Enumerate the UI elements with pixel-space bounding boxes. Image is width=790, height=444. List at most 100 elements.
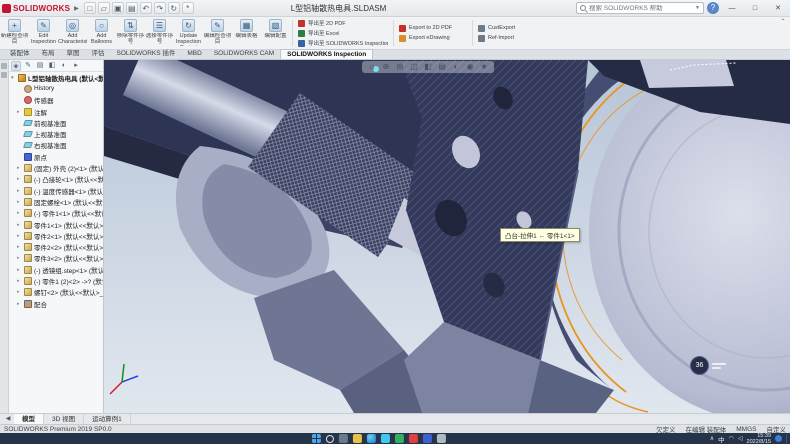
tab-evaluate[interactable]: 评估 <box>86 49 111 59</box>
tree-item-top-plane[interactable]: ▸上视基准面 <box>9 128 103 139</box>
tab-layout[interactable]: 布局 <box>36 49 61 59</box>
ribbon-collapse-chevron-icon[interactable]: ⌃ <box>776 17 790 27</box>
expand-arrow-icon[interactable]: ▸ <box>17 199 22 205</box>
zoom-area-icon[interactable]: ⊕ <box>380 62 392 72</box>
display-style-icon[interactable]: ▤ <box>436 62 448 72</box>
expand-arrow-icon[interactable]: ▸ <box>17 301 22 307</box>
tab-addins[interactable]: SOLIDWORKS 插件 <box>111 49 182 59</box>
status-units[interactable]: MMGS <box>736 426 756 433</box>
hide-show-items-icon[interactable]: ◐ <box>450 62 462 72</box>
tree-item-component[interactable]: ▸固定螺栓<1> (默认<<默认>_显示状态 <box>9 196 103 207</box>
panel-flyout-arrow-icon[interactable]: ▸ <box>71 61 81 71</box>
tab-mbd[interactable]: MBD <box>181 49 207 59</box>
app-icon-1[interactable] <box>381 434 390 443</box>
tab-model[interactable]: 模型 <box>14 414 44 424</box>
collapse-arrow-icon[interactable]: ▾ <box>11 75 16 81</box>
save-icon[interactable]: ▣ <box>112 2 124 14</box>
section-view-icon[interactable]: ◫ <box>408 62 420 72</box>
panel-pin-icon[interactable] <box>1 63 7 69</box>
tree-item-component[interactable]: ▸(-) 零件1 (2)<2> ->? (默认<<默认>_显 <box>9 275 103 286</box>
taskbar-clock[interactable]: 15:39 2022/8/15 <box>747 433 771 444</box>
app-icon-3[interactable] <box>437 434 446 443</box>
zoom-fit-icon[interactable]: ⌂ <box>366 62 378 72</box>
configurationmanager-tab-icon[interactable]: ▤ <box>35 61 45 71</box>
tab-motion-study[interactable]: 运动算例1 <box>84 414 131 424</box>
undo-icon[interactable]: ↶ <box>140 2 152 14</box>
displaymanager-tab-icon[interactable]: ◐ <box>59 61 69 71</box>
redo-icon[interactable]: ↷ <box>154 2 166 14</box>
rebuild-icon[interactable]: ↻ <box>168 2 180 14</box>
tree-item-origin[interactable]: ▸原点 <box>9 151 103 162</box>
edge-browser-icon[interactable] <box>367 434 376 443</box>
open-document-icon[interactable]: ▱ <box>98 2 110 14</box>
app-icon-2[interactable] <box>423 434 432 443</box>
new-inspection-project-button[interactable]: +新建检查项目 <box>0 17 29 49</box>
view-settings-icon[interactable]: ★ <box>478 62 490 72</box>
task-view-icon[interactable] <box>339 434 348 443</box>
volume-icon[interactable]: ◁ <box>738 435 743 442</box>
minimize-button[interactable]: — <box>722 1 742 16</box>
remove-balloons-button[interactable]: ⇅移除零件序号 <box>116 17 145 49</box>
view-orientation-icon[interactable]: ◧ <box>422 62 434 72</box>
tree-item-front-plane[interactable]: ▸前视基准面 <box>9 117 103 128</box>
tree-item-component[interactable]: ▸(-) 零件1<1> (默认<<默认>_显示状态 <box>9 208 103 219</box>
panel-collapse-icon[interactable] <box>1 72 7 78</box>
solidworks-logo[interactable]: SOLIDWORKS <box>2 4 70 13</box>
search-dropdown-icon[interactable]: ▼ <box>695 5 700 11</box>
tree-item-component[interactable]: ▸螺钉<2> (默认<<默认>_显示状态 <box>9 287 103 298</box>
cust-export-button[interactable]: CustExport <box>478 24 528 32</box>
tab-3d-views[interactable]: 3D 视图 <box>44 414 84 424</box>
select-balloons-button[interactable]: ☰选择零件序号 <box>145 17 174 49</box>
edit-inspection-project-button[interactable]: ✎编辑检查项目 <box>203 17 232 49</box>
add-characteristic-button[interactable]: ◎Add Characteristic <box>58 17 87 49</box>
help-search-box[interactable]: ▼ <box>576 2 704 14</box>
options-icon[interactable]: * <box>182 2 194 14</box>
tree-item-component[interactable]: ▸零件1<1> (默认<<默认>_显示状态 <box>9 219 103 230</box>
tab-sketch[interactable]: 草图 <box>61 49 86 59</box>
edit-configuration-button[interactable]: ▧编辑配置 <box>261 17 290 49</box>
help-button[interactable]: ? <box>707 2 719 14</box>
tree-item-component[interactable]: ▸零件3<2> (默认<<默认>_显示状态 <box>9 253 103 264</box>
close-button[interactable]: ✕ <box>768 1 788 16</box>
expand-arrow-icon[interactable]: ▸ <box>17 165 22 171</box>
solidworks-taskbar-icon[interactable] <box>409 434 418 443</box>
export-to-2d-pdf-button[interactable]: Export to 2D PDF <box>399 24 467 32</box>
tree-item-component[interactable]: ▸零件2<1> (默认<<默认>_显示状态 <box>9 230 103 241</box>
expand-arrow-icon[interactable]: ▸ <box>17 278 22 284</box>
tab-scroll-left-icon[interactable]: ◀ <box>2 414 14 424</box>
tree-item-annotations[interactable]: ▸注解 <box>9 106 103 117</box>
edit-inspection-button[interactable]: ✎Edit Inspection <box>29 17 58 49</box>
update-inspection-project-button[interactable]: ↻Update Inspection Project <box>174 17 203 49</box>
expand-arrow-icon[interactable]: ▸ <box>17 267 22 273</box>
expand-arrow-icon[interactable]: ▸ <box>17 176 22 182</box>
show-desktop-sliver[interactable] <box>786 434 787 443</box>
maximize-button[interactable]: □ <box>745 1 765 16</box>
hidden-icons-chevron-icon[interactable]: ∧ <box>710 435 714 442</box>
propertymanager-tab-icon[interactable]: ✎ <box>23 61 33 71</box>
expand-arrow-icon[interactable]: ▸ <box>17 289 22 295</box>
wechat-icon[interactable] <box>395 434 404 443</box>
tree-item-history[interactable]: ▸History <box>9 83 103 94</box>
edit-table-button[interactable]: ▦编辑表格 <box>232 17 261 49</box>
export-edrawing-button[interactable]: Export eDrawing <box>399 34 467 42</box>
dimxpertmanager-tab-icon[interactable]: ◧ <box>47 61 57 71</box>
taskbar-search-icon[interactable] <box>326 435 334 443</box>
notification-badge[interactable] <box>775 435 782 442</box>
ime-indicator[interactable]: 中 <box>718 434 725 444</box>
previous-view-icon[interactable]: ⊞ <box>394 62 406 72</box>
expand-arrow-icon[interactable]: ▸ <box>17 188 22 194</box>
print-icon[interactable]: ▤ <box>126 2 138 14</box>
tree-item-component[interactable]: ▸(固定) 外壳 (2)<1> (默认<<默认>_显示状态 <box>9 162 103 173</box>
expand-arrow-icon[interactable]: ▸ <box>17 222 22 228</box>
edit-appearance-icon[interactable]: ◉ <box>464 62 476 72</box>
tab-assembly[interactable]: 装配体 <box>4 49 36 59</box>
export-excel-button[interactable]: 导出至 Excel <box>298 29 388 37</box>
export-inspection-project-button[interactable]: 导出至 SOLIDWORKS Inspection 项目 <box>298 39 388 47</box>
tab-solidworks-cam[interactable]: SOLIDWORKS CAM <box>208 49 280 59</box>
expand-arrow-icon[interactable]: ▸ <box>17 233 22 239</box>
network-icon[interactable]: ◠ <box>729 435 734 442</box>
file-explorer-icon[interactable] <box>353 434 362 443</box>
tree-item-mates[interactable]: ▸配合 <box>9 298 103 309</box>
menu-expand-arrow-icon[interactable]: ▶ <box>74 5 79 12</box>
export-2d-pdf-button[interactable]: 导出至 2D PDF <box>298 19 388 27</box>
